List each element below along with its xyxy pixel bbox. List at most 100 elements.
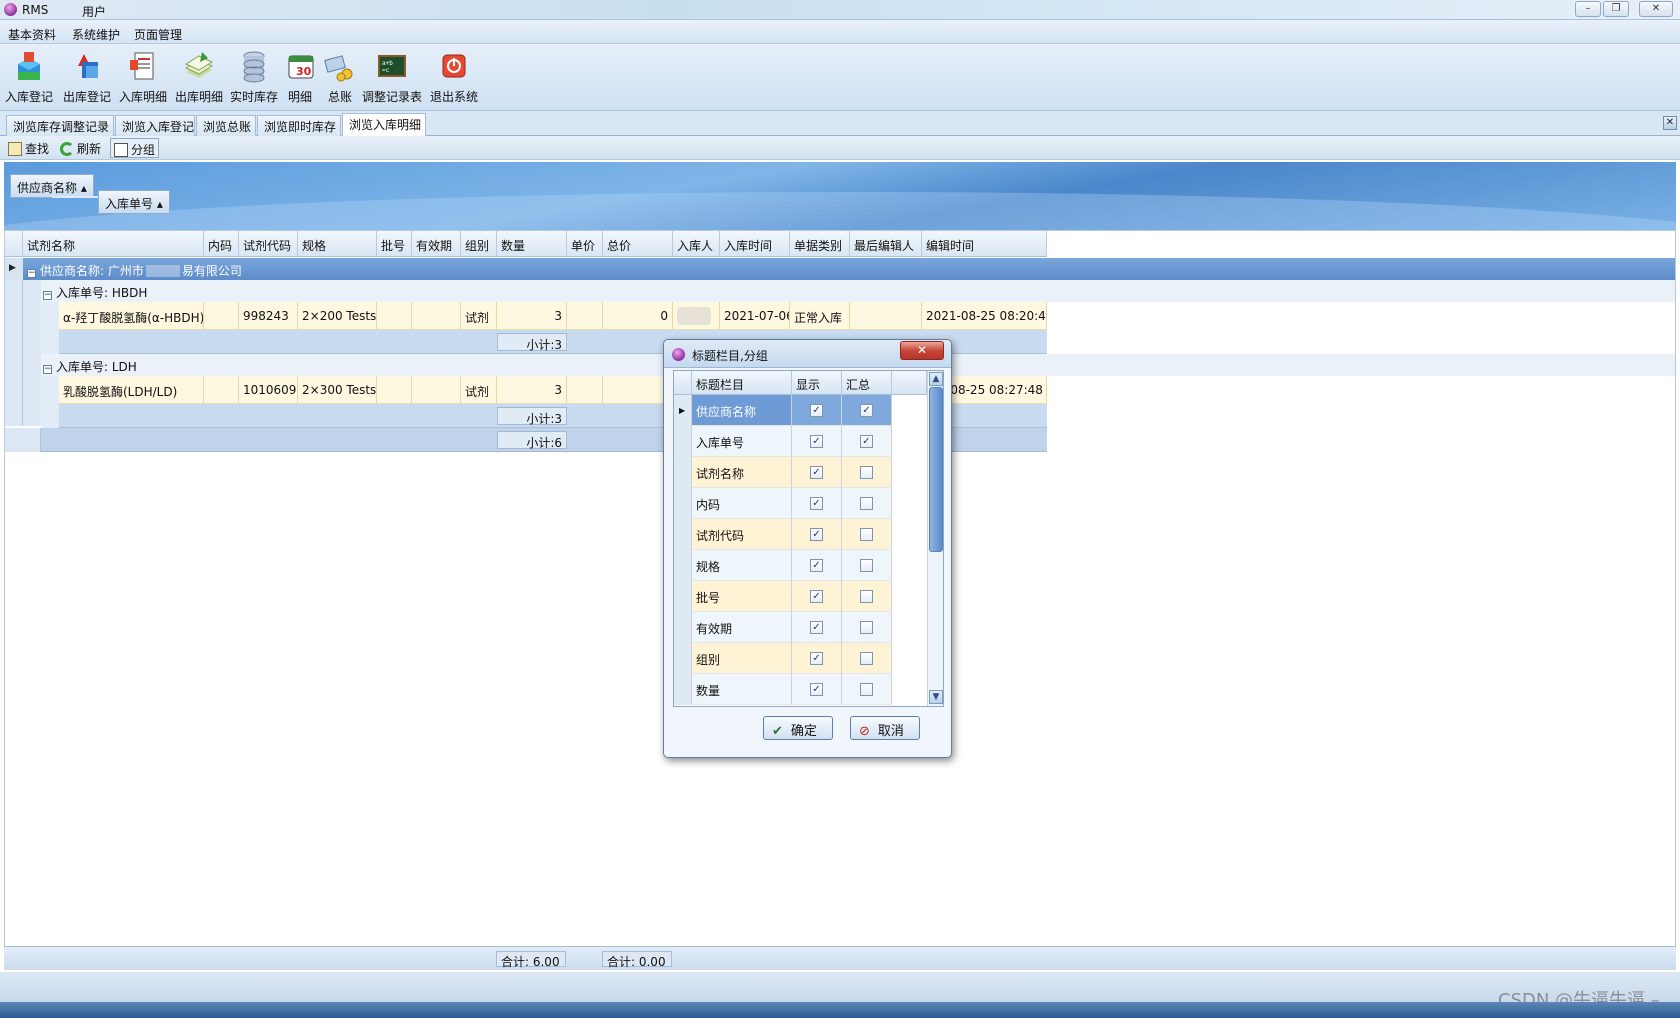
group-chip-receipt-no[interactable]: 入库单号 ▴ [98, 190, 170, 214]
collapse-icon[interactable]: − [43, 291, 52, 300]
summary-checkbox[interactable] [860, 683, 873, 696]
menu-system-maintenance[interactable]: 系统维护 [72, 26, 120, 43]
restore-icon[interactable]: ❐ [1603, 1, 1629, 17]
adjust-record-button[interactable]: a+b =c 调整记录表 [360, 48, 424, 108]
cell-reagent-code: 998243 [239, 302, 298, 329]
col-header-internal-code[interactable]: 内码 [204, 231, 239, 257]
window-titlebar: RMS 用户 – ❐ ✕ [0, 0, 1680, 20]
col-header-qty[interactable]: 数量 [497, 231, 567, 257]
indicator-column [5, 280, 23, 426]
cell-reagent-code: 1010609 [239, 376, 298, 403]
col-header-receiver[interactable]: 入库人 [673, 231, 720, 257]
summary-checkbox[interactable] [860, 559, 873, 572]
col-header-spec[interactable]: 规格 [298, 231, 377, 257]
find-button[interactable]: 查找 [8, 140, 49, 157]
column-setting-row[interactable]: 有效期 ✓ [674, 612, 892, 643]
col-header-last-editor[interactable]: 最后编辑人 [850, 231, 922, 257]
window-close-icon[interactable]: ✕ [1639, 1, 1673, 17]
column-setting-row[interactable]: 内码 ✓ [674, 488, 892, 519]
show-checkbox[interactable]: ✓ [810, 652, 823, 665]
show-checkbox[interactable]: ✓ [810, 683, 823, 696]
realtime-stock-button[interactable]: 实时库存 [228, 48, 280, 108]
column-setting-row[interactable]: 数量 ✓ [674, 674, 892, 705]
cell-doc-type: 正常入库 [790, 302, 850, 329]
ledger-button[interactable]: 总账 [321, 48, 359, 108]
stock-in-button[interactable]: 入库登记 [4, 48, 54, 108]
summary-checkbox[interactable] [860, 621, 873, 634]
close-tab-icon[interactable]: ✕ [1663, 116, 1677, 130]
status-bar [0, 972, 1680, 1002]
tab-general-ledger[interactable]: 浏览总账 [196, 115, 256, 136]
scroll-up-icon[interactable]: ▲ [929, 372, 943, 386]
supplier-group-row[interactable]: ▶ − 供应商名称: 广州市 易有限公司 [5, 258, 1675, 280]
tab-inventory-adjust[interactable]: 浏览库存调整记录 [6, 115, 114, 136]
tab-stock-in-register[interactable]: 浏览入库登记 [115, 115, 195, 136]
col-header-reagent-code[interactable]: 试剂代码 [239, 231, 298, 257]
os-taskbar [0, 1002, 1680, 1018]
dialog-titlebar: 标题栏目,分组 ✕ [664, 340, 951, 368]
show-checkbox[interactable]: ✓ [810, 404, 823, 417]
group-button[interactable]: 分组 [110, 138, 160, 158]
summary-checkbox[interactable] [860, 652, 873, 665]
stock-out-detail-button[interactable]: 出库明细 [174, 48, 224, 108]
show-checkbox[interactable]: ✓ [810, 497, 823, 510]
col-header-doc-type[interactable]: 单据类别 [790, 231, 850, 257]
minimize-icon[interactable]: – [1575, 1, 1601, 17]
detail-button[interactable]: 30 明细 [284, 48, 316, 108]
ok-button[interactable]: ✔ 确定 [763, 716, 833, 740]
show-checkbox[interactable]: ✓ [810, 435, 823, 448]
tab-instant-stock[interactable]: 浏览即时库存 [257, 115, 341, 136]
col-header-expiry[interactable]: 有效期 [412, 231, 461, 257]
column-setting-row[interactable]: ▶ 供应商名称 ✓ ✓ [674, 395, 892, 426]
sort-asc-icon: ▴ [80, 181, 87, 195]
summary-checkbox[interactable]: ✓ [860, 404, 873, 417]
summary-checkbox[interactable] [860, 497, 873, 510]
stock-in-detail-button[interactable]: 入库明细 [118, 48, 168, 108]
dialog-app-icon [672, 348, 685, 361]
collapse-icon[interactable]: − [43, 365, 52, 374]
group-chip-supplier[interactable]: 供应商名称 ▴ [10, 174, 94, 198]
tab-stock-in-detail[interactable]: 浏览入库明细 [342, 113, 426, 137]
column-setting-row[interactable]: 组别 ✓ [674, 643, 892, 674]
column-name-cell: 组别 [692, 643, 792, 674]
menu-basic-data[interactable]: 基本资料 [8, 26, 56, 43]
column-setting-row[interactable]: 批号 ✓ [674, 581, 892, 612]
column-setting-row[interactable]: 入库单号 ✓ ✓ [674, 426, 892, 457]
col-header-group[interactable]: 组别 [461, 231, 497, 257]
show-checkbox[interactable]: ✓ [810, 528, 823, 541]
summary-checkbox[interactable] [860, 528, 873, 541]
row-indicator-icon: ▶ [5, 258, 23, 280]
column-setting-row[interactable]: 规格 ✓ [674, 550, 892, 581]
show-checkbox[interactable]: ✓ [810, 621, 823, 634]
collapse-icon[interactable]: − [27, 269, 36, 278]
receipt-group-row[interactable]: − 入库单号: HBDH [41, 280, 1675, 302]
show-checkbox[interactable]: ✓ [810, 559, 823, 572]
sub-toolbar: 查找 刷新 分组 [0, 136, 1680, 160]
col-header-unit-price[interactable]: 单价 [567, 231, 603, 257]
col-header-batch[interactable]: 批号 [377, 231, 412, 257]
refresh-button[interactable]: 刷新 [60, 140, 101, 157]
summary-checkbox[interactable]: ✓ [860, 435, 873, 448]
col-header-in-time[interactable]: 入库时间 [720, 231, 790, 257]
scroll-thumb[interactable] [929, 387, 943, 552]
show-checkbox[interactable]: ✓ [810, 590, 823, 603]
col-header-reagent-name[interactable]: 试剂名称 [23, 231, 204, 257]
stock-out-button[interactable]: 出库登记 [62, 48, 112, 108]
menu-page-management[interactable]: 页面管理 [134, 26, 182, 43]
dialog-scrollbar[interactable]: ▲ ▼ [927, 371, 943, 706]
dialog-close-icon[interactable]: ✕ [900, 341, 944, 360]
table-row[interactable]: α-羟丁酸脱氢酶(α-HBDH) 998243 2×200 Tests 试剂 3… [59, 302, 1047, 330]
col-header-edit-time[interactable]: 编辑时间 [922, 231, 1047, 257]
column-setting-row[interactable]: 试剂名称 ✓ [674, 457, 892, 488]
svg-text:=c: =c [382, 67, 390, 74]
show-checkbox[interactable]: ✓ [810, 466, 823, 479]
col-header-total[interactable]: 总价 [603, 231, 673, 257]
exit-system-button[interactable]: 退出系统 [428, 48, 480, 108]
summary-checkbox[interactable] [860, 466, 873, 479]
col-header-column-name: 标题栏目 [692, 371, 792, 395]
scroll-down-icon[interactable]: ▼ [929, 690, 943, 704]
summary-checkbox[interactable] [860, 590, 873, 603]
cancel-button[interactable]: ⊘ 取消 [850, 716, 920, 740]
column-setting-row[interactable]: 试剂代码 ✓ [674, 519, 892, 550]
indent-column [41, 376, 59, 428]
